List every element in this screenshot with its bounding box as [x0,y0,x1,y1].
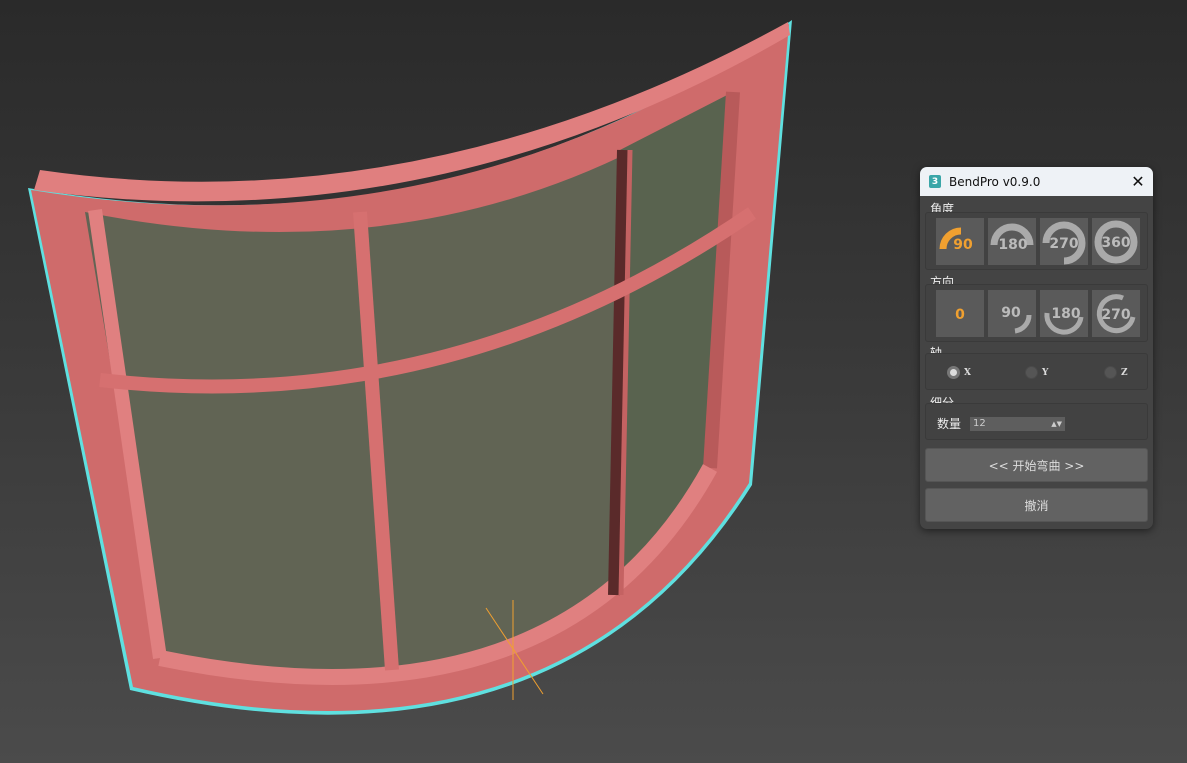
angle-group: 90 180 270 360 [925,212,1148,270]
direction-90-button[interactable]: 90 [988,290,1036,337]
direction-180-label: 180 [1051,306,1080,322]
axis-y-radio[interactable]: Y [1025,366,1048,379]
axis-x-label: X [964,367,971,378]
axis-z-radio[interactable]: Z [1104,366,1128,379]
angle-90-label: 90 [953,237,973,253]
radio-dot [1104,366,1117,379]
direction-180-button[interactable]: 180 [1040,290,1088,337]
radio-dot [947,366,960,379]
direction-0-button[interactable]: 0 [936,290,984,337]
angle-270-button[interactable]: 270 [1040,218,1088,265]
count-value: 12 [973,418,986,429]
axis-group: X Y Z [925,353,1148,390]
direction-0-label: 0 [955,307,965,323]
count-spinner[interactable]: 12 ▲▼ [970,417,1065,431]
direction-270-button[interactable]: 270 [1092,290,1140,337]
count-label: 数量 [937,417,962,431]
bendpro-panel: 3 BendPro v0.9.0 ✕ 角度 90 180 270 360 方向 … [920,167,1153,529]
angle-360-label: 360 [1101,235,1130,251]
axis-x-radio[interactable]: X [947,366,971,379]
angle-270-label: 270 [1049,236,1078,252]
cancel-button[interactable]: 撤消 [925,488,1148,522]
direction-270-label: 270 [1101,307,1130,323]
angle-90-button[interactable]: 90 [936,218,984,265]
close-button[interactable]: ✕ [1123,172,1153,191]
spinner-arrows-icon[interactable]: ▲▼ [1051,417,1062,431]
app-logo-icon: 3 [929,175,941,188]
direction-group: 0 90 180 270 [925,284,1148,342]
start-bend-button[interactable]: << 开始弯曲 >> [925,448,1148,482]
axis-z-label: Z [1121,367,1128,378]
title-bar[interactable]: 3 BendPro v0.9.0 ✕ [920,167,1153,196]
axis-y-label: Y [1042,367,1049,378]
angle-180-button[interactable]: 180 [988,218,1036,265]
radio-dot [1025,366,1038,379]
bent-window-model[interactable] [28,20,792,715]
direction-90-label: 90 [1001,305,1021,321]
subdivision-group: 数量 12 ▲▼ [925,403,1148,440]
panel-title: BendPro v0.9.0 [949,174,1041,189]
angle-360-button[interactable]: 360 [1092,218,1140,265]
angle-180-label: 180 [998,237,1027,253]
